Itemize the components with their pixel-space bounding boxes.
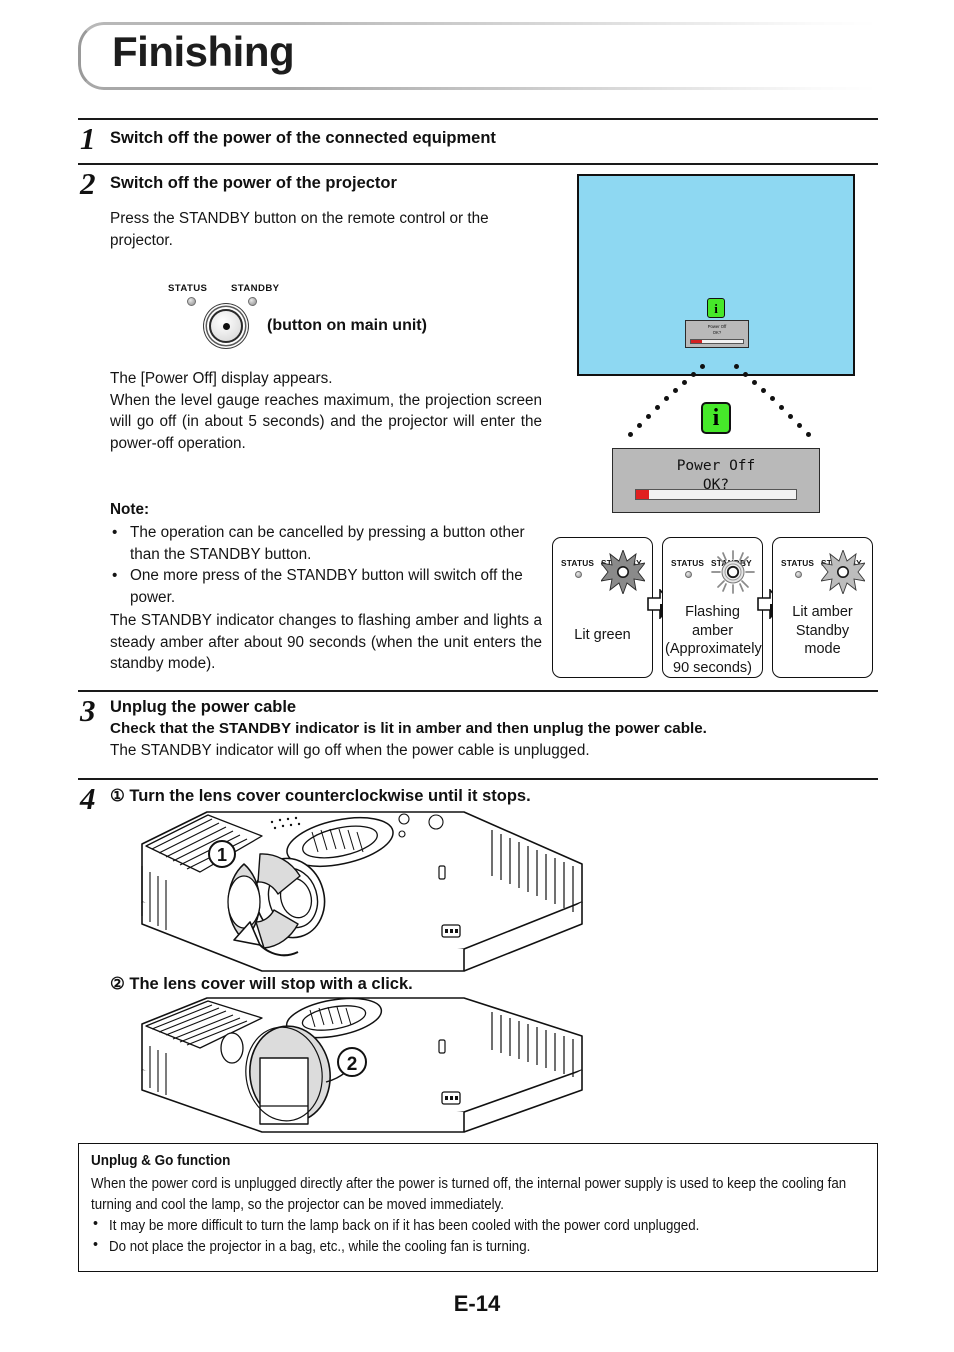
info-icon-small: i — [707, 298, 725, 318]
sequence-3-status-label: STATUS — [781, 558, 815, 568]
projector-illustration-step-4b: 2 — [141, 997, 583, 1133]
page-number: E-14 — [453, 1291, 501, 1316]
sequence-2-caption: Flashing amber (Approximately 90 seconds… — [665, 604, 762, 676]
power-off-dialog-small: Power Off OK? — [685, 320, 749, 348]
level-gauge-small — [690, 339, 744, 344]
step-2-paragraph-1: The [Power Off] display appears. When the… — [110, 370, 542, 452]
note-item-2: One more press of the STANDBY button wil… — [130, 567, 523, 606]
standby-power-button-icon — [209, 309, 243, 343]
info-icon-large: i — [701, 402, 731, 434]
rule-above-step-4 — [78, 778, 878, 780]
step-2-number: 2 — [80, 166, 96, 201]
sequence-2-status-led-icon — [685, 571, 692, 578]
step-3-bold-line: Check that the STANDBY indicator is lit … — [110, 720, 707, 737]
info-icon-glyph-small: i — [714, 300, 718, 316]
info-icon-glyph-large: i — [712, 405, 720, 431]
standby-led-icon — [248, 297, 257, 306]
step-2-intro-text: Press the STANDBY button on the remote c… — [110, 210, 489, 249]
step-4-callout-1: 1 — [217, 845, 227, 865]
step-3-number: 3 — [80, 693, 96, 728]
projection-screen-illustration: i Power Off OK? — [577, 174, 855, 376]
step-4-substep-1-label: ① Turn the lens cover counterclockwise u… — [110, 787, 531, 805]
unplug-go-bullet-marker-2: • — [93, 1237, 99, 1253]
sequence-2-status-label: STATUS — [671, 558, 705, 568]
manual-page: Finishing 1 Switch off the power of the … — [0, 0, 954, 1352]
sequence-1-standby-burst-icon — [601, 550, 645, 594]
sequence-1-caption: Lit green — [574, 627, 631, 643]
sequence-box-1: STATUS STANDBY Lit green — [552, 537, 653, 678]
step-3-heading: Unplug the power cable — [110, 698, 297, 716]
power-off-dialog-large: Power Off OK? — [612, 448, 820, 513]
step-2-paragraph-2: The STANDBY indicator changes to flashin… — [110, 612, 542, 672]
sequence-box-3: STATUS STANDBY Lit amber Standby mode — [772, 537, 873, 678]
note-item-1: The operation can be cancelled by pressi… — [130, 524, 525, 563]
rule-above-step-2 — [78, 163, 878, 165]
note-title: Note: — [110, 501, 150, 518]
sequence-3-caption: Lit amber Standby mode — [792, 604, 853, 657]
note-bullet-marker-2: • — [112, 567, 118, 584]
step-1-number: 1 — [80, 121, 96, 156]
step-4-substep-2-label: ② The lens cover will stop with a click. — [110, 975, 413, 993]
rule-above-step-1 — [78, 118, 878, 120]
rule-above-step-3 — [78, 690, 878, 692]
status-led-icon — [187, 297, 196, 306]
step-3-plain-line: The STANDBY indicator will go off when t… — [110, 742, 590, 759]
step-1-heading: Switch off the power of the connected eq… — [110, 129, 496, 147]
sequence-1-status-led-icon — [575, 571, 582, 578]
step-4-callout-2: 2 — [347, 1054, 358, 1075]
sequence-1-status-label: STATUS — [561, 558, 595, 568]
dialog-prompt-small: OK? — [712, 330, 722, 335]
unplug-go-bullet-2: Do not place the projector in a bag, etc… — [109, 1239, 531, 1255]
page-title-banner: Finishing — [78, 22, 878, 94]
sequence-3-status-led-icon — [795, 571, 802, 578]
dialog-title-large: Power Off — [676, 458, 756, 474]
level-gauge-large — [635, 489, 797, 500]
unplug-go-bullet-marker-1: • — [93, 1216, 99, 1232]
standby-indicator-sequence: STATUS STANDBY Lit green STATUS STANDBY — [552, 537, 882, 678]
note-bullet-marker-1: • — [112, 524, 118, 541]
sequence-3-standby-burst-icon — [821, 550, 865, 594]
unplug-and-go-box: Unplug & Go function When the power cord… — [78, 1143, 878, 1272]
status-indicator-label: STATUS — [168, 283, 208, 294]
unplug-go-paragraph: When the power cord is unplugged directl… — [91, 1176, 847, 1213]
sequence-box-2: STATUS STANDBY — [662, 537, 763, 678]
page-title: Finishing — [112, 28, 295, 75]
step-4-number: 4 — [80, 781, 96, 816]
sequence-2-standby-flashing-icon — [711, 550, 755, 594]
button-on-main-unit-caption: (button on main unit) — [267, 317, 427, 334]
unplug-go-bullet-1: It may be more difficult to turn the lam… — [109, 1218, 700, 1234]
step-2-heading: Switch off the power of the projector — [110, 174, 397, 192]
standby-indicator-label: STANDBY — [231, 283, 280, 294]
projector-illustration-step-4a: 1 — [141, 811, 583, 972]
unplug-go-title: Unplug & Go function — [91, 1153, 231, 1169]
